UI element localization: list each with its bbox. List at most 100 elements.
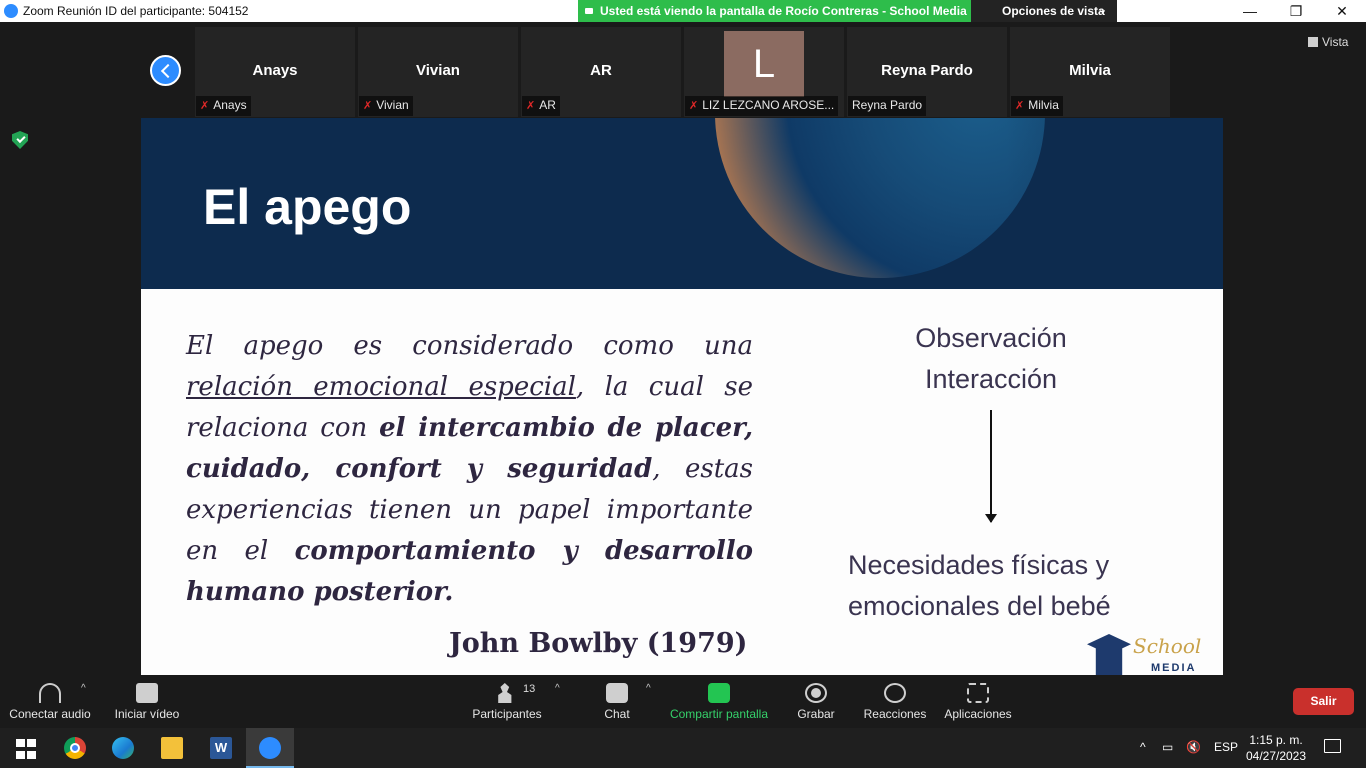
participant-tile-ar[interactable]: AR ✗ AR (521, 27, 681, 117)
slide-author: John Bowlby (1979) (449, 628, 748, 659)
graduation-cap-icon (1087, 634, 1131, 675)
participant-tile-milvia[interactable]: Milvia ✗ Milvia (1010, 27, 1170, 117)
slide-title: El apego (203, 179, 412, 235)
participant-name: Reyna Pardo (881, 62, 973, 79)
network-icon[interactable]: ▭ (1162, 740, 1173, 754)
mic-muted-icon: ✗ (526, 100, 536, 112)
notifications-icon[interactable] (1324, 739, 1341, 753)
screen-share-banner: Usted está viendo la pantalla de Rocío C… (578, 0, 971, 22)
participant-label: ✗ Vivian (359, 96, 413, 116)
participant-label: ✗ Milvia (1011, 96, 1063, 116)
participant-name: Vivian (416, 62, 460, 79)
slide-header: El apego (141, 118, 1223, 289)
observation-line: Interacción (924, 364, 1058, 394)
headphones-icon (39, 683, 61, 703)
apps-icon (967, 683, 989, 703)
slide-observation: Observación Interacción (861, 318, 1121, 400)
slide-gradient (741, 118, 1223, 289)
down-arrow-icon (985, 410, 997, 523)
participant-label: ✗ AR (522, 96, 560, 116)
folder-icon (161, 737, 183, 759)
word-icon: W (210, 737, 232, 759)
restore-button[interactable]: ❐ (1273, 0, 1319, 22)
share-screen-icon (708, 683, 730, 703)
view-options-label: Opciones de vista (1002, 4, 1105, 18)
view-options-button[interactable]: Opciones de vista ⌄ (971, 0, 1117, 22)
taskbar-word[interactable]: W (197, 728, 245, 768)
record-label: Grabar (797, 707, 835, 721)
participant-label: ✗ Anays (196, 96, 251, 116)
volume-muted-icon[interactable]: 🔇 (1186, 740, 1201, 754)
language-indicator[interactable]: ESP (1214, 740, 1238, 754)
chrome-icon (64, 737, 86, 759)
taskbar-zoom[interactable] (246, 728, 294, 768)
windows-logo-icon (16, 739, 38, 761)
share-indicator-icon (585, 8, 593, 14)
mic-muted-icon: ✗ (200, 100, 210, 112)
participant-label: Reyna Pardo (848, 96, 927, 116)
chat-button[interactable]: Chat (595, 675, 639, 727)
apps-label: Aplicaciones (944, 707, 1012, 721)
participant-label-text: Anays (213, 98, 247, 112)
taskbar-clock[interactable]: 1:15 p. m. 04/27/2023 (1244, 732, 1308, 764)
participant-label-text: Vivian (376, 98, 409, 112)
participant-tile-anays[interactable]: Anays ✗ Anays (195, 27, 355, 117)
security-shield-icon[interactable] (12, 131, 28, 149)
edge-icon (112, 737, 134, 759)
participant-tile-reyna[interactable]: Reyna Pardo Reyna Pardo (847, 27, 1007, 117)
logo-brand-text: School (1133, 634, 1202, 658)
school-media-logo: School MEDIA (1087, 632, 1207, 675)
share-screen-button[interactable]: Compartir pantalla (666, 675, 772, 727)
slide-needs-text: Necesidades físicas y emocionales del be… (848, 550, 1111, 621)
video-off-icon (136, 683, 158, 703)
tray-overflow-icon[interactable]: ^ (1140, 740, 1146, 754)
participant-name: Anays (252, 62, 298, 79)
observation-line: Observación (915, 323, 1067, 353)
slide-body-segment: El apego es considerado como una (186, 331, 753, 361)
chat-label: Chat (604, 707, 630, 721)
slide-body-segment: relación emocional especial (186, 372, 576, 402)
gallery-prev-button[interactable] (150, 55, 181, 86)
mic-muted-icon: ✗ (689, 100, 699, 112)
chat-icon (606, 683, 628, 703)
reactions-icon (884, 683, 906, 703)
participant-tile-vivian[interactable]: Vivian ✗ Vivian (358, 27, 518, 117)
participant-label-text: Reyna Pardo (852, 98, 923, 112)
logo-sub-text: MEDIA (1151, 662, 1197, 674)
audio-options-caret[interactable]: ^ (81, 683, 86, 694)
view-label: Vista (1322, 35, 1349, 49)
leave-button[interactable]: Salir (1293, 688, 1354, 715)
grid-view-icon (1308, 37, 1318, 47)
meeting-toolbar: Conectar audio ^ Iniciar vídeo Participa… (0, 675, 1366, 727)
participant-label-text: Milvia (1028, 98, 1059, 112)
participant-label-text: AR (539, 98, 556, 112)
close-button[interactable]: ✕ (1319, 0, 1365, 22)
windows-taskbar: W ^ ▭ 🔇 ESP 1:15 p. m. 04/27/2023 (0, 728, 1366, 768)
participants-options-caret[interactable]: ^ (555, 683, 560, 694)
record-icon (805, 683, 827, 703)
clock-date: 04/27/2023 (1245, 749, 1307, 763)
slide-body-text: El apego es considerado como una relació… (186, 326, 753, 613)
chevron-down-icon: ⌄ (1098, 4, 1108, 16)
connect-audio-label: Conectar audio (9, 707, 91, 721)
participant-name: Milvia (1069, 62, 1111, 79)
mic-muted-icon: ✗ (1015, 100, 1025, 112)
apps-button[interactable]: Aplicaciones (941, 675, 1015, 727)
taskbar-chrome[interactable] (51, 728, 99, 768)
participant-label-text: LIZ LEZCANO AROSE... (702, 98, 835, 112)
shared-screen: El apego El apego es considerado como un… (141, 118, 1223, 675)
taskbar-explorer[interactable] (148, 728, 196, 768)
taskbar-edge[interactable] (99, 728, 147, 768)
record-button[interactable]: Grabar (792, 675, 840, 727)
participant-tile-liz[interactable]: L ✗ LIZ LEZCANO AROSE... (684, 27, 844, 117)
window-title-bar: Zoom Reunión ID del participante: 504152… (0, 0, 1366, 22)
reactions-button[interactable]: Reacciones (862, 675, 928, 727)
chat-options-caret[interactable]: ^ (646, 683, 651, 694)
view-button[interactable]: Vista (1308, 35, 1348, 49)
mic-muted-icon: ✗ (363, 100, 373, 112)
start-video-button[interactable]: Iniciar vídeo (108, 675, 186, 727)
minimize-button[interactable]: — (1227, 0, 1273, 22)
share-screen-label: Compartir pantalla (669, 707, 769, 721)
start-button[interactable] (0, 728, 48, 768)
participant-avatar: L (724, 31, 804, 97)
